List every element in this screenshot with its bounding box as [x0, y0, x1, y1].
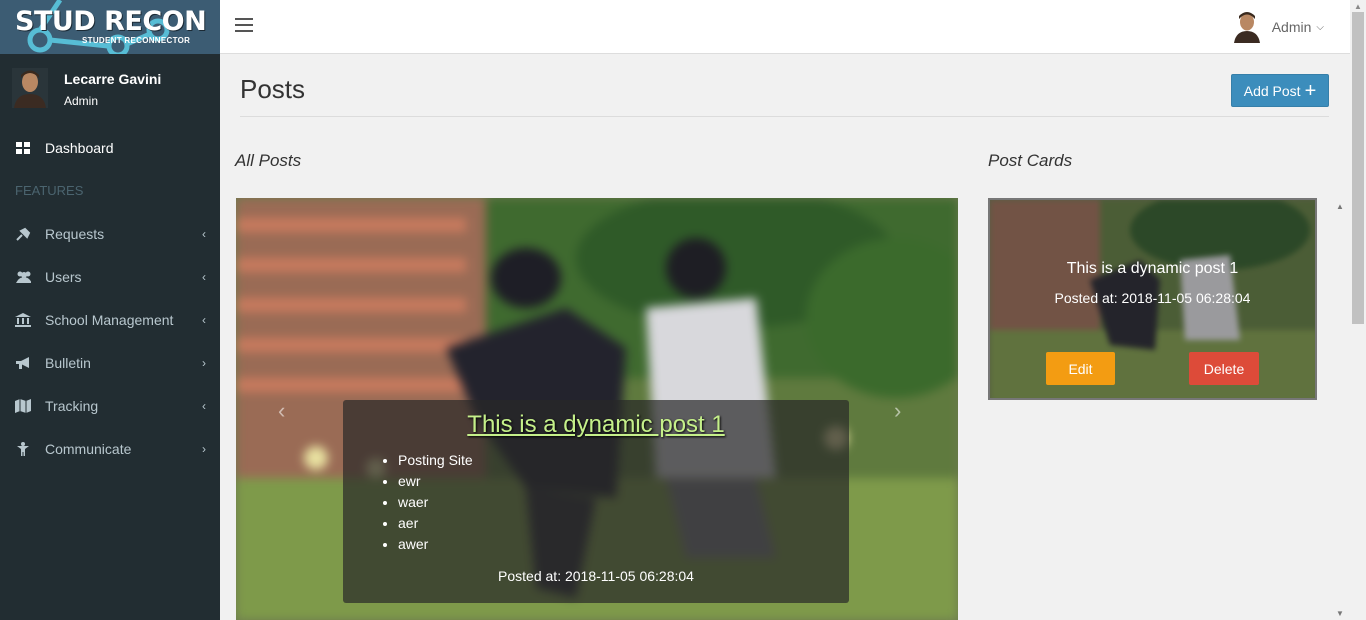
post-cards-heading: Post Cards [988, 151, 1073, 170]
scroll-down-arrow-icon[interactable]: ▼ [1336, 609, 1344, 618]
chevron-right-icon: › [202, 356, 206, 370]
avatar [12, 68, 48, 108]
sidebar-item-label: Tracking [45, 397, 99, 414]
sidebar-item-users[interactable]: Users ‹ [0, 255, 220, 298]
chevron-right-icon: › [202, 442, 206, 456]
sidebar-item-dashboard[interactable]: Dashboard [0, 126, 220, 169]
sidebar: STUD RECON STUDENT RECONNECTOR Lecarre G… [0, 0, 220, 620]
avatar [1233, 12, 1260, 43]
top-navbar: Admin ⌵ [220, 0, 1350, 54]
list-item: awer [398, 534, 473, 555]
user-menu[interactable]: Admin ⌵ [1233, 11, 1324, 43]
page-title: Posts [240, 74, 306, 104]
post-card-date: Posted at: 2018-11-05 06:28:04 [1054, 290, 1251, 306]
brand-tagline: STUDENT RECONNECTOR [82, 36, 191, 45]
user-role: Admin [64, 94, 99, 108]
list-item: ewr [398, 471, 473, 492]
scrollbar-thumb[interactable] [1352, 12, 1364, 324]
plus-icon: + [1304, 79, 1317, 102]
post-card: This is a dynamic post 1 Posted at: 2018… [988, 198, 1317, 400]
post-card-title: This is a dynamic post 1 [1066, 260, 1239, 277]
chevron-left-icon: ‹ [202, 270, 206, 284]
scroll-up-arrow-icon[interactable]: ▲ [1336, 202, 1344, 211]
sidebar-item-label: Requests [45, 225, 105, 242]
hamburger-menu-icon[interactable] [235, 18, 253, 34]
sidebar-item-requests[interactable]: Requests ‹ [0, 212, 220, 255]
add-post-button[interactable]: Add Post + [1231, 74, 1329, 107]
chevron-left-icon: ‹ [202, 313, 206, 327]
delete-button[interactable]: Delete [1189, 352, 1259, 385]
sidebar-section-header: FEATURES [15, 183, 84, 198]
users-icon [15, 271, 31, 283]
list-item: aer [398, 513, 473, 534]
chevron-left-icon: ‹ [202, 399, 206, 413]
scroll-up-arrow-icon[interactable]: ▲ [1354, 2, 1362, 11]
list-item: Posting Site [398, 450, 473, 471]
carousel-caption: This is a dynamic post 1 Posting Site ew… [343, 400, 849, 603]
bank-icon [15, 312, 31, 327]
sidebar-item-label: Dashboard [45, 139, 114, 156]
sidebar-item-label: Users [45, 268, 82, 285]
brand-logo[interactable]: STUD RECON STUDENT RECONNECTOR [0, 0, 220, 54]
add-post-label: Add Post [1243, 82, 1301, 99]
all-posts-heading: All Posts [235, 151, 302, 170]
user-name: Lecarre Gavini [64, 71, 162, 87]
carousel-next-icon[interactable]: › [894, 398, 901, 424]
post-date: Posted at: 2018-11-05 06:28:04 [498, 568, 694, 584]
page-scrollbar[interactable]: ▲ [1350, 0, 1366, 620]
sidebar-item-bulletin[interactable]: Bulletin › [0, 341, 220, 384]
child-icon [15, 441, 31, 456]
brand-name: STUD RECON [15, 6, 207, 37]
sidebar-item-label: Communicate [45, 440, 132, 457]
user-menu-label: Admin [1271, 19, 1312, 35]
posts-carousel[interactable]: ‹ › This is a dynamic post 1 Posting Sit… [236, 198, 958, 620]
sidebar-item-tracking[interactable]: Tracking ‹ [0, 384, 220, 427]
dashboard-icon [15, 141, 31, 154]
list-item: waer [398, 492, 473, 513]
edit-button[interactable]: Edit [1046, 352, 1115, 385]
post-details-list: Posting Site ewr waer aer awer [398, 450, 473, 555]
chevron-left-icon: ‹ [202, 227, 206, 241]
user-panel: Lecarre Gavini Admin [0, 54, 220, 126]
post-title-link[interactable]: This is a dynamic post 1 [343, 411, 849, 439]
sidebar-item-school-management[interactable]: School Management ‹ [0, 298, 220, 341]
sidebar-item-label: Bulletin [45, 354, 91, 371]
bullhorn-icon [15, 356, 31, 370]
divider [240, 116, 1329, 117]
carousel-prev-icon[interactable]: ‹ [278, 398, 285, 424]
map-icon [15, 398, 31, 413]
chevron-down-icon: ⌵ [1316, 21, 1324, 33]
plug-icon [15, 227, 31, 241]
sidebar-item-communicate[interactable]: Communicate › [0, 427, 220, 470]
sidebar-item-label: School Management [45, 311, 174, 328]
